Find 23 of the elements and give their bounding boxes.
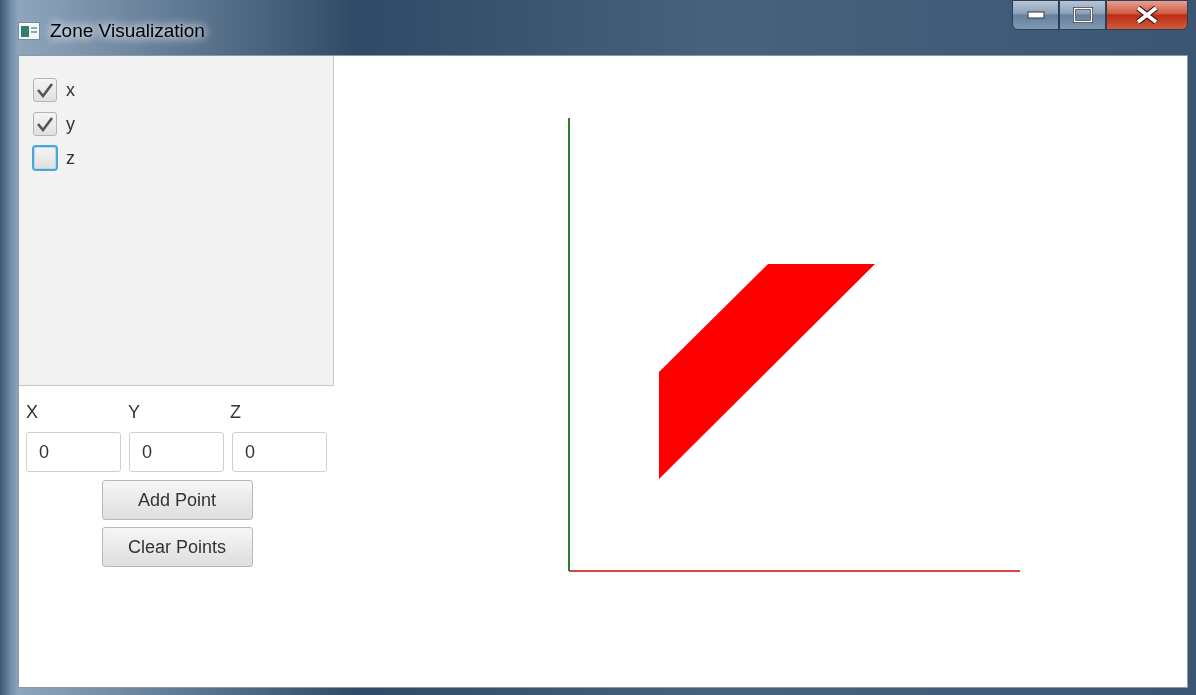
checkbox-label: x [66, 79, 75, 102]
checkbox-label: y [66, 113, 75, 136]
checkbox[interactable] [33, 78, 57, 102]
app-icon [18, 22, 40, 40]
close-icon [1135, 6, 1159, 24]
checkbox[interactable] [33, 112, 57, 136]
field-label: Z [230, 402, 242, 423]
checkmark-icon [36, 116, 54, 132]
coordinate-field[interactable]: 0 [26, 432, 121, 472]
add-point-button[interactable]: Add Point [101, 480, 253, 520]
minimize-icon [1026, 11, 1045, 19]
coordinate-field[interactable]: 0 [232, 432, 327, 472]
checkmark-icon [36, 82, 54, 98]
close-button[interactable] [1106, 0, 1188, 30]
coordinate-field[interactable]: 0 [129, 432, 224, 472]
maximize-button[interactable] [1059, 0, 1106, 30]
maximize-icon [1072, 7, 1093, 23]
minimize-button[interactable] [1012, 0, 1059, 30]
clear-points-button[interactable]: Clear Points [101, 527, 253, 567]
field-label: X [26, 402, 39, 423]
window-title: Zone Visualization [50, 20, 205, 42]
checkbox-label: z [66, 147, 75, 170]
field-label: Y [128, 402, 141, 423]
